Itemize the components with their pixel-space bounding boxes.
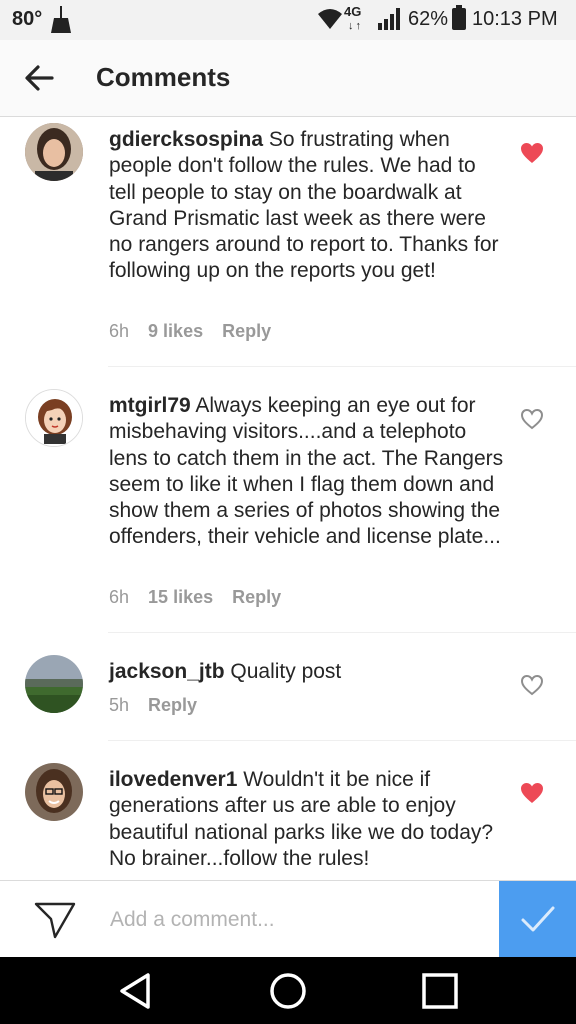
likes-count[interactable]: 15 likes <box>148 587 213 607</box>
triangle-back-icon[interactable] <box>114 969 158 1013</box>
likes-count[interactable]: 9 likes <box>148 321 203 341</box>
comment-text: mtgirl79 Always keeping an eye out for m… <box>109 393 504 551</box>
battery-percent-text: 62% <box>408 8 449 30</box>
comment-meta: 6h 9 likes Reply <box>109 321 285 342</box>
comment-body: So frustrating when people don't follow … <box>109 128 499 283</box>
comment-text: gdiercksospina So frustrating when peopl… <box>109 127 504 285</box>
page-title: Comments <box>96 62 231 92</box>
wifi-icon <box>318 9 342 29</box>
heart-outline-icon[interactable] <box>520 674 544 696</box>
comment-text: jackson_jtb Quality post <box>109 659 504 685</box>
heart-outline-icon[interactable] <box>520 408 544 430</box>
paper-plane-icon[interactable] <box>34 901 76 939</box>
comment-body: Always keeping an eye out for misbehavin… <box>109 394 504 549</box>
comment-username[interactable]: mtgirl79 <box>109 394 191 417</box>
clock-text: 10:13 PM <box>472 8 558 30</box>
comment-username[interactable]: jackson_jtb <box>109 660 225 683</box>
comment-body: Quality post <box>224 660 342 683</box>
temperature-text: 80° <box>12 8 43 30</box>
comment-username[interactable]: gdiercksospina <box>109 128 263 151</box>
heart-filled-icon[interactable] <box>520 782 544 804</box>
reply-button[interactable]: Reply <box>148 695 197 715</box>
avatar[interactable] <box>25 655 83 713</box>
comment-time: 5h <box>109 695 130 715</box>
post-button[interactable] <box>499 881 576 958</box>
comment-time: 6h <box>109 321 130 341</box>
avatar[interactable] <box>25 389 83 447</box>
square-recents-icon[interactable] <box>418 969 462 1013</box>
divider <box>108 366 576 367</box>
divider <box>108 740 576 741</box>
broom-icon <box>51 6 71 33</box>
comment-meta: 5h Reply <box>109 695 211 716</box>
status-bar: 80° 4G ↓↑ 62% 10:13 PM <box>0 0 576 40</box>
comment-username[interactable]: ilovedenver1 <box>109 768 237 791</box>
comments-list[interactable]: gdiercksospina So frustrating when peopl… <box>0 117 576 880</box>
circle-home-icon[interactable] <box>266 969 310 1013</box>
reply-button[interactable]: Reply <box>222 321 271 341</box>
comment-input-bar <box>0 880 576 958</box>
header: Comments <box>0 40 576 117</box>
battery-icon <box>452 5 466 30</box>
back-arrow-icon[interactable] <box>20 58 60 98</box>
data-arrows-icon: ↓↑ <box>348 20 363 32</box>
heart-filled-icon[interactable] <box>520 142 544 164</box>
avatar[interactable] <box>25 123 83 181</box>
comment-text: ilovedenver1 Wouldn't it be nice if gene… <box>109 767 504 872</box>
checkmark-icon <box>521 906 555 932</box>
comment-time: 6h <box>109 587 130 607</box>
divider <box>108 632 576 633</box>
network-type-text: 4G <box>344 4 362 19</box>
avatar[interactable] <box>25 763 83 821</box>
comment-input[interactable] <box>108 901 492 939</box>
comment-meta: 6h 15 likes Reply <box>109 587 295 608</box>
reply-button[interactable]: Reply <box>232 587 281 607</box>
signal-icon <box>378 8 400 30</box>
system-nav-bar <box>0 957 576 1024</box>
